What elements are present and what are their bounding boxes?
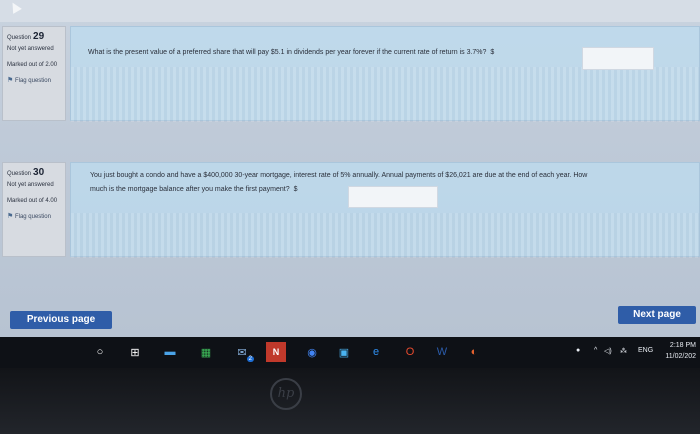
- edge-icon[interactable]: e: [366, 342, 386, 362]
- cortana-icon[interactable]: ○: [90, 342, 110, 362]
- onenote-icon[interactable]: N: [266, 342, 286, 362]
- volume-icon[interactable]: ◁): [604, 347, 612, 355]
- quiz-page: Question 29 Not yet answered Marked out o…: [0, 0, 700, 337]
- question-text: What is the present value of a preferred…: [88, 49, 487, 56]
- flag-icon: ⚑: [7, 77, 14, 84]
- moire-band: [71, 67, 700, 122]
- laptop-bezel: [0, 368, 700, 434]
- question-30-info: Question 30 Not yet answered Marked out o…: [2, 162, 66, 257]
- clock-time: 2:18 PM: [669, 342, 696, 349]
- answer-input-30[interactable]: [348, 186, 438, 208]
- question-marks: Marked out of 2.00: [7, 62, 58, 68]
- question-29-text: What is the present value of a preferred…: [88, 46, 588, 60]
- notification-badge: 2: [246, 356, 254, 362]
- clock-date: 11/02/202: [665, 353, 696, 360]
- chrome-icon[interactable]: ◉: [302, 342, 322, 362]
- question-number-value: 30: [33, 167, 45, 178]
- currency-symbol: $: [293, 186, 298, 193]
- next-page-button[interactable]: Next page: [618, 306, 696, 324]
- photos-icon[interactable]: ◐: [464, 342, 484, 362]
- question-number: Question 29: [7, 31, 61, 42]
- language-indicator[interactable]: ENG: [638, 347, 653, 354]
- question-29-box: [70, 26, 700, 122]
- hp-logo: hp: [270, 378, 302, 410]
- question-number: Question 30: [7, 167, 61, 178]
- messaging-icon[interactable]: ▣: [334, 342, 354, 362]
- chevron-up-icon[interactable]: ^: [594, 347, 597, 354]
- flag-question-button[interactable]: ⚑ Flag question: [7, 213, 61, 221]
- top-strip: [0, 0, 700, 22]
- question-state: Not yet answered: [7, 182, 54, 188]
- flag-label: Flag question: [14, 214, 51, 220]
- currency-symbol: $: [490, 49, 495, 56]
- question-number-value: 29: [33, 31, 45, 42]
- mail-icon[interactable]: ✉ 2: [232, 342, 254, 362]
- system-clock[interactable]: 2:18 PM 11/02/202: [656, 340, 696, 362]
- question-state: Not yet answered: [7, 46, 54, 52]
- question-text: much is the mortgage balance after you m…: [90, 186, 290, 193]
- word-icon[interactable]: W: [432, 342, 452, 362]
- moire-band: [71, 213, 700, 258]
- question-29-info: Question 29 Not yet answered Marked out o…: [2, 26, 66, 121]
- flag-question-button[interactable]: ⚑ Flag question: [7, 77, 61, 85]
- file-explorer-icon[interactable]: ▬: [160, 342, 180, 362]
- question-marks: Marked out of 4.00: [7, 198, 58, 204]
- calculator-icon[interactable]: ▦: [196, 342, 216, 362]
- previous-page-button[interactable]: Previous page: [10, 311, 112, 329]
- question-label: Question: [7, 171, 32, 177]
- task-view-icon[interactable]: ⊞: [125, 342, 145, 362]
- people-icon[interactable]: ●: [576, 347, 580, 354]
- network-icon[interactable]: ⁂: [620, 347, 627, 355]
- answer-input-29[interactable]: [582, 47, 654, 70]
- question-label: Question: [7, 35, 32, 41]
- taskbar: ○ ⊞ ▬ ▦ ✉ 2 N ◉ ▣ e O W ◐ ● ^ ◁) ⁂ ENG 2…: [0, 337, 700, 368]
- opera-icon[interactable]: O: [400, 342, 420, 362]
- question-text-line: You just bought a condo and have a $400,…: [90, 172, 588, 179]
- flag-icon: ⚑: [7, 213, 14, 220]
- flag-label: Flag question: [14, 78, 51, 84]
